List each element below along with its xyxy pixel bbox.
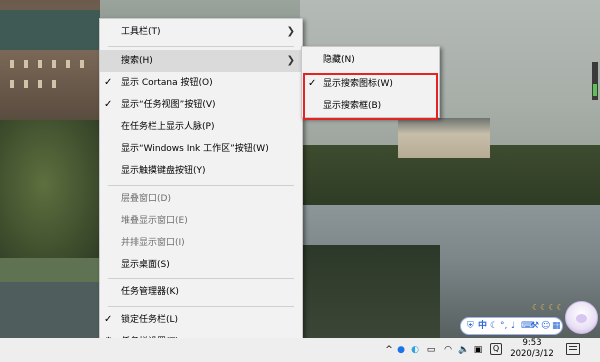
menu-item-label: 工具栏(T) — [121, 27, 161, 37]
menu-item-label: 任务管理器(K) — [121, 287, 179, 297]
chevron-right-icon: ❯ — [286, 55, 295, 66]
chateau-building — [398, 118, 490, 158]
taskbar-clock[interactable]: 9:53 2020/3/12 — [505, 338, 559, 362]
battery-icon[interactable]: ▭ — [424, 344, 438, 356]
volume-icon[interactable]: 🔈 — [458, 344, 470, 356]
clock-time: 9:53 — [522, 338, 542, 348]
menu-item-label: 并排显示窗口(I) — [121, 238, 185, 248]
menu-item-lock-taskbar[interactable]: ✓ 锁定任务栏(L) — [100, 309, 302, 331]
menu-separator — [108, 278, 294, 279]
menu-item-label: 层叠窗口(D) — [121, 194, 171, 204]
chevron-right-icon: ❯ — [286, 26, 295, 37]
water — [0, 282, 100, 338]
menu-separator — [108, 46, 294, 47]
menu-item-task-manager[interactable]: 任务管理器(K) — [100, 281, 302, 303]
moon-decoration-icon: ☾☾☾☾ — [532, 303, 565, 312]
mic-icon[interactable]: ♩ — [511, 320, 515, 332]
ime-toolbar[interactable]: ⛨ 中 ☾ °, ♩ ⌨ ⚒ ☺ ▦ — [460, 317, 563, 335]
menu-item-toolbars[interactable]: 工具栏(T) ❯ — [100, 21, 302, 43]
menu-separator — [108, 306, 294, 307]
menu-item-label: 在任务栏上显示人脉(P) — [121, 122, 215, 132]
menu-item-label: 搜索(H) — [121, 56, 153, 66]
menu-item-cascade: 层叠窗口(D) — [100, 188, 302, 210]
menu-item-show-desktop[interactable]: 显示桌面(S) — [100, 254, 302, 276]
annotation-highlight-box — [303, 73, 438, 120]
bluetooth-icon[interactable]: ● — [396, 344, 406, 356]
ime-icon[interactable]: Q — [490, 343, 502, 355]
menu-item-stacked: 堆叠显示窗口(E) — [100, 210, 302, 232]
menu-item-label: 显示 Cortana 按钮(O) — [121, 78, 213, 88]
avatar[interactable] — [565, 301, 598, 334]
battery-widget — [592, 62, 598, 100]
parliament-building — [0, 0, 100, 130]
checkmark-icon: ✓ — [104, 314, 113, 325]
comma-icon[interactable]: °, — [500, 320, 507, 332]
menu-separator — [108, 185, 294, 186]
menu-item-label: 显示“Windows Ink 工作区”按钮(W) — [121, 144, 269, 154]
trees — [0, 120, 110, 280]
wifi-icon[interactable]: ◠ — [442, 344, 454, 356]
menu-item-side-by-side: 并排显示窗口(I) — [100, 232, 302, 254]
menu-item-task-view[interactable]: ✓ 显示“任务视图”按钮(V) — [100, 94, 302, 116]
shield-icon[interactable]: ⛨ — [467, 320, 474, 332]
menu-item-label: 显示桌面(S) — [121, 260, 170, 270]
wrench-icon[interactable]: ⚒ — [531, 320, 539, 332]
chevron-up-icon[interactable]: ^ — [384, 344, 394, 356]
clock-date: 2020/3/12 — [510, 349, 554, 359]
menu-item-label: 锁定任务栏(L) — [121, 315, 179, 325]
menu-item-people[interactable]: 在任务栏上显示人脉(P) — [100, 116, 302, 138]
notification-icon[interactable] — [566, 343, 580, 355]
checkmark-icon: ✓ — [104, 99, 113, 110]
shore — [300, 245, 440, 338]
menu-item-cortana[interactable]: ✓ 显示 Cortana 按钮(O) — [100, 72, 302, 94]
submenu-item-label: 隐藏(N) — [323, 55, 355, 65]
network-icon[interactable]: ◐ — [410, 344, 420, 356]
menu-item-label: 堆叠显示窗口(E) — [121, 216, 188, 226]
checkmark-icon: ✓ — [104, 77, 113, 88]
submenu-item-hidden[interactable]: 隐藏(N) — [302, 49, 439, 71]
grid-icon[interactable]: ▦ — [552, 320, 561, 332]
menu-item-search[interactable]: 搜索(H) ❯ — [100, 50, 302, 72]
menu-item-label: 显示触摸键盘按钮(Y) — [121, 166, 206, 176]
ime-mode-label[interactable]: 中 — [478, 320, 487, 332]
menu-item-touch-keyboard[interactable]: 显示触摸键盘按钮(Y) — [100, 160, 302, 182]
menu-item-label: 显示“任务视图”按钮(V) — [121, 100, 216, 110]
taskbar-context-menu: 工具栏(T) ❯ 搜索(H) ❯ ✓ 显示 Cortana 按钮(O) ✓ 显示… — [99, 18, 303, 355]
menu-item-windows-ink[interactable]: 显示“Windows Ink 工作区”按钮(W) — [100, 138, 302, 160]
network-status-icon[interactable]: ▣ — [472, 344, 484, 356]
smile-icon[interactable]: ☺ — [541, 320, 550, 332]
moon-icon[interactable]: ☾ — [490, 320, 498, 332]
